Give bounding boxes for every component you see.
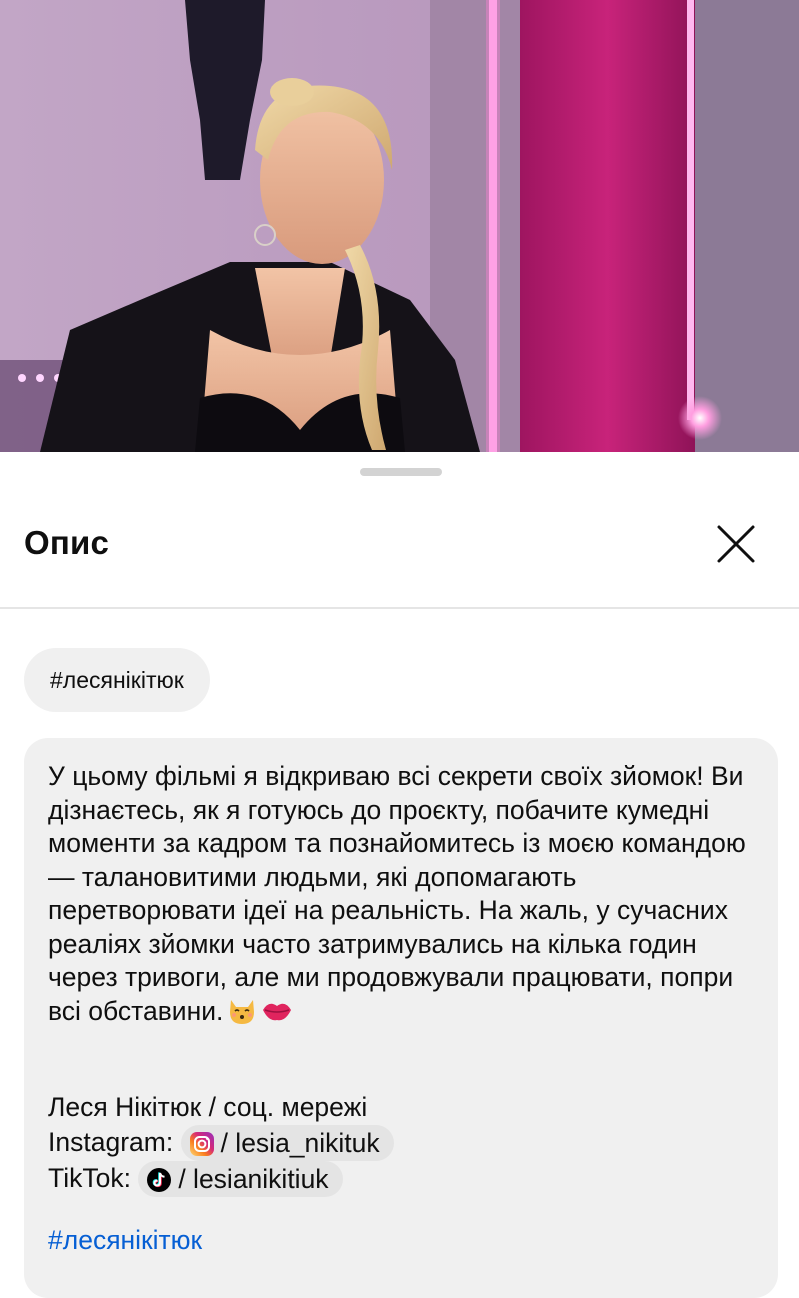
instagram-label: Instagram: [48,1127,174,1157]
social-credits: Леся Нікітюк / соц. мережі Instagram: / … [48,1090,394,1197]
header-divider [0,607,799,609]
drag-handle[interactable] [360,468,442,476]
description-card: У цьому фільмі я відкриваю всі секрети с… [24,738,778,1298]
close-button[interactable] [708,516,764,572]
video-player[interactable] [0,0,799,452]
tiktok-row: TikTok: / lesianikitiuk [48,1161,394,1197]
description-paragraph: У цьому фільмі я відкриваю всі секрети с… [48,761,746,1026]
instagram-handle: / lesia_nikituk [220,1128,380,1158]
tiktok-icon [146,1166,172,1192]
instagram-row: Instagram: / lesia_nikituk [48,1125,394,1161]
tiktok-label: TikTok: [48,1163,131,1193]
hashtag-link[interactable]: #лесянікітюк [48,1225,202,1256]
hashtag-chip[interactable]: #лесянікітюк [24,648,210,712]
tiktok-handle: / lesianikitiuk [178,1164,329,1194]
kiss-mark-emoji-icon [261,996,293,1035]
video-frame-image [0,0,799,452]
credits-heading: Леся Нікітюк / соц. мережі [48,1092,368,1122]
description-text: У цьому фільмі я відкриваю всі секрети с… [48,760,758,1034]
instagram-icon [189,1130,215,1156]
description-sheet: Опис #лесянікітюк У цьому фільмі я відкр… [0,452,799,1298]
sheet-title: Опис [24,524,110,561]
kissing-cat-emoji-icon [227,996,257,1035]
tiktok-link[interactable]: / lesianikitiuk [138,1161,343,1197]
close-icon [717,525,755,563]
instagram-link[interactable]: / lesia_nikituk [180,1125,394,1161]
